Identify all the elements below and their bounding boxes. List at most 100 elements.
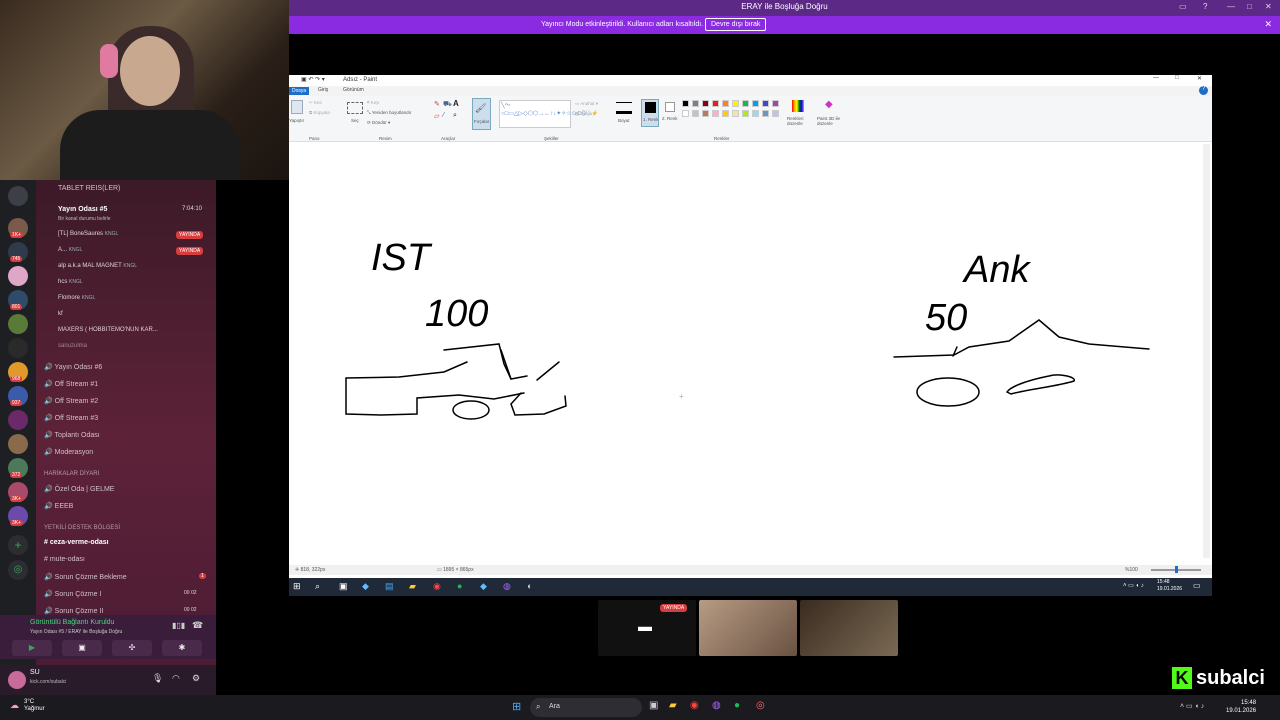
- server-icon[interactable]: 1K+: [8, 218, 28, 238]
- server-icon[interactable]: [8, 186, 28, 206]
- color-swatch[interactable]: [772, 100, 779, 107]
- magnifier-icon[interactable]: ⌕: [453, 112, 457, 120]
- notification-icon[interactable]: ▭: [1193, 581, 1201, 590]
- member-item[interactable]: sanuzulma: [58, 343, 87, 349]
- tray-icons[interactable]: ˄ ▭ ◖ ♪: [1180, 702, 1204, 710]
- server-icon[interactable]: [8, 410, 28, 430]
- activities-icon[interactable]: ✣: [112, 640, 152, 656]
- server-icon[interactable]: 372: [8, 458, 28, 478]
- windows-start-icon[interactable]: ⊞: [512, 700, 521, 713]
- vertical-scrollbar[interactable]: [1203, 144, 1210, 558]
- steam-icon[interactable]: ◆: [362, 581, 369, 592]
- steam-icon[interactable]: ◆: [480, 581, 487, 592]
- search-icon[interactable]: ⌕: [315, 581, 320, 592]
- shapes-gallery[interactable]: ╲〜○□▭△▷◇⬠⬡→←↑↓✦✧☆✩⬭⬯♡⚡: [499, 100, 598, 128]
- server-icon[interactable]: 801: [8, 290, 28, 310]
- channel-status[interactable]: Bir kanal durumu belirle: [58, 216, 111, 222]
- voice-channel[interactable]: 🔊 Off Stream #3: [44, 414, 98, 422]
- task-view-icon[interactable]: ▣: [339, 581, 348, 592]
- add-server-icon[interactable]: +: [8, 535, 28, 555]
- settings-gear-icon[interactable]: ⚙: [192, 673, 200, 684]
- color-swatch[interactable]: [702, 100, 709, 107]
- search-box[interactable]: ⌕ Ara: [530, 698, 642, 717]
- fill-button[interactable]: ▨ Dolgu ▾: [575, 111, 596, 117]
- category-header[interactable]: HARİKALAR DİYARI: [44, 471, 99, 477]
- mic-icon[interactable]: 🎙: [152, 673, 163, 684]
- color-swatch[interactable]: [732, 100, 739, 107]
- screen-share-tile[interactable]: ▬ YAYINDA: [598, 600, 696, 656]
- minimize-icon[interactable]: —: [1153, 75, 1159, 81]
- store-icon[interactable]: ▤: [385, 581, 394, 592]
- voice-channel[interactable]: 🔊 Off Stream #1: [44, 380, 98, 388]
- paint-icon[interactable]: ◐: [527, 581, 532, 591]
- maximize-icon[interactable]: □: [1175, 75, 1179, 81]
- crop-button[interactable]: ⌗ Kırp: [367, 100, 379, 105]
- member-item[interactable]: A... KNGL: [58, 247, 82, 253]
- tray-icons[interactable]: ˄ ▭ ◖ ♪: [1123, 582, 1144, 589]
- server-icon[interactable]: [8, 266, 28, 286]
- participant-video[interactable]: [699, 600, 797, 656]
- member-item[interactable]: alp a.k.a MAL MAGNET KNGL: [58, 263, 137, 269]
- eraser-icon[interactable]: ▱: [434, 112, 439, 120]
- select-button[interactable]: Seç: [351, 118, 359, 123]
- inbox-icon[interactable]: ▭: [1179, 2, 1187, 11]
- help-icon[interactable]: ?: [1199, 86, 1208, 95]
- weather-widget[interactable]: 3°C Yağmur: [24, 699, 45, 713]
- voice-channel[interactable]: 🔊 Toplantı Odası: [44, 431, 100, 439]
- stream-channel-name[interactable]: Yayın Odası #5: [58, 206, 107, 213]
- edit-colors-icon[interactable]: [792, 100, 804, 112]
- spotify-icon[interactable]: ●: [734, 700, 740, 711]
- resize-button[interactable]: ⤡ Yeniden boyutlandır: [367, 110, 411, 115]
- color-swatch[interactable]: [772, 110, 779, 117]
- camera-icon[interactable]: ▶: [12, 640, 52, 656]
- help-icon[interactable]: ?: [1203, 2, 1207, 11]
- member-item[interactable]: kf: [58, 311, 63, 317]
- color-swatch[interactable]: [692, 100, 699, 107]
- color-picker-icon[interactable]: ⁄: [443, 112, 444, 119]
- task-view-icon[interactable]: ▣: [649, 700, 658, 711]
- discord-icon[interactable]: ◍: [712, 700, 721, 711]
- color-swatch[interactable]: [682, 110, 689, 117]
- color-swatch[interactable]: [732, 110, 739, 117]
- tab-file[interactable]: Dosya: [289, 87, 310, 95]
- discord-icon[interactable]: ◍: [503, 581, 511, 592]
- close-icon[interactable]: ✕: [1265, 2, 1272, 11]
- fill-icon[interactable]: ⛟: [443, 100, 452, 109]
- server-icon[interactable]: 3K+: [8, 482, 28, 502]
- size-button[interactable]: Boyut: [618, 118, 630, 123]
- member-item[interactable]: hcs KNGL: [58, 279, 83, 285]
- paste-button[interactable]: Yapıştır: [289, 118, 304, 123]
- server-icon[interactable]: [8, 434, 28, 454]
- close-icon[interactable]: ✕: [1197, 75, 1202, 82]
- spotify-icon[interactable]: ●: [457, 581, 462, 591]
- tab-view[interactable]: Görünüm: [343, 87, 364, 93]
- member-item[interactable]: Flomore KNGL: [58, 295, 95, 301]
- text-channel[interactable]: # ceza-verme-odası: [44, 539, 109, 546]
- voice-channel[interactable]: 🔊 Sorun Çözme II: [44, 607, 103, 615]
- voice-channel[interactable]: 🔊 Yayın Odası #6: [44, 363, 102, 371]
- voice-channel-path[interactable]: Yayın Odası #5 / ERAY ile Boşluğa Doğru: [30, 629, 122, 635]
- explore-icon[interactable]: ◎: [8, 560, 28, 580]
- windows-start-icon[interactable]: ⊞: [293, 581, 301, 592]
- folder-icon[interactable]: ▰: [409, 581, 416, 592]
- paint3d-icon[interactable]: ◆: [825, 99, 833, 110]
- server-icon[interactable]: 968: [8, 362, 28, 382]
- color1-button[interactable]: 1. Renk: [641, 99, 659, 127]
- outline-button[interactable]: ▭ Anahat ▾: [575, 101, 598, 107]
- member-item[interactable]: [TL] BoneSaures KNGL: [58, 231, 118, 237]
- participant-video[interactable]: [800, 600, 898, 656]
- soundwave-icon[interactable]: ▮▯▮: [172, 621, 185, 630]
- voice-channel[interactable]: 🔊 Sorun Çözme I: [44, 590, 101, 598]
- soundboard-icon[interactable]: ✱: [162, 640, 202, 656]
- color-swatch[interactable]: [722, 100, 729, 107]
- paste-icon[interactable]: [291, 100, 303, 114]
- folder-icon[interactable]: ▰: [669, 700, 677, 711]
- color-swatch[interactable]: [702, 110, 709, 117]
- voice-channel[interactable]: 🔊 Off Stream #2: [44, 397, 98, 405]
- disconnect-icon[interactable]: ☎: [192, 620, 203, 631]
- copy-button[interactable]: ⧉ Kopyala: [309, 110, 330, 115]
- color-swatch[interactable]: [712, 100, 719, 107]
- color-swatch[interactable]: [742, 110, 749, 117]
- avatar[interactable]: [8, 671, 26, 689]
- drawing-canvas[interactable]: IST 100 Ank 50 +: [289, 144, 1201, 558]
